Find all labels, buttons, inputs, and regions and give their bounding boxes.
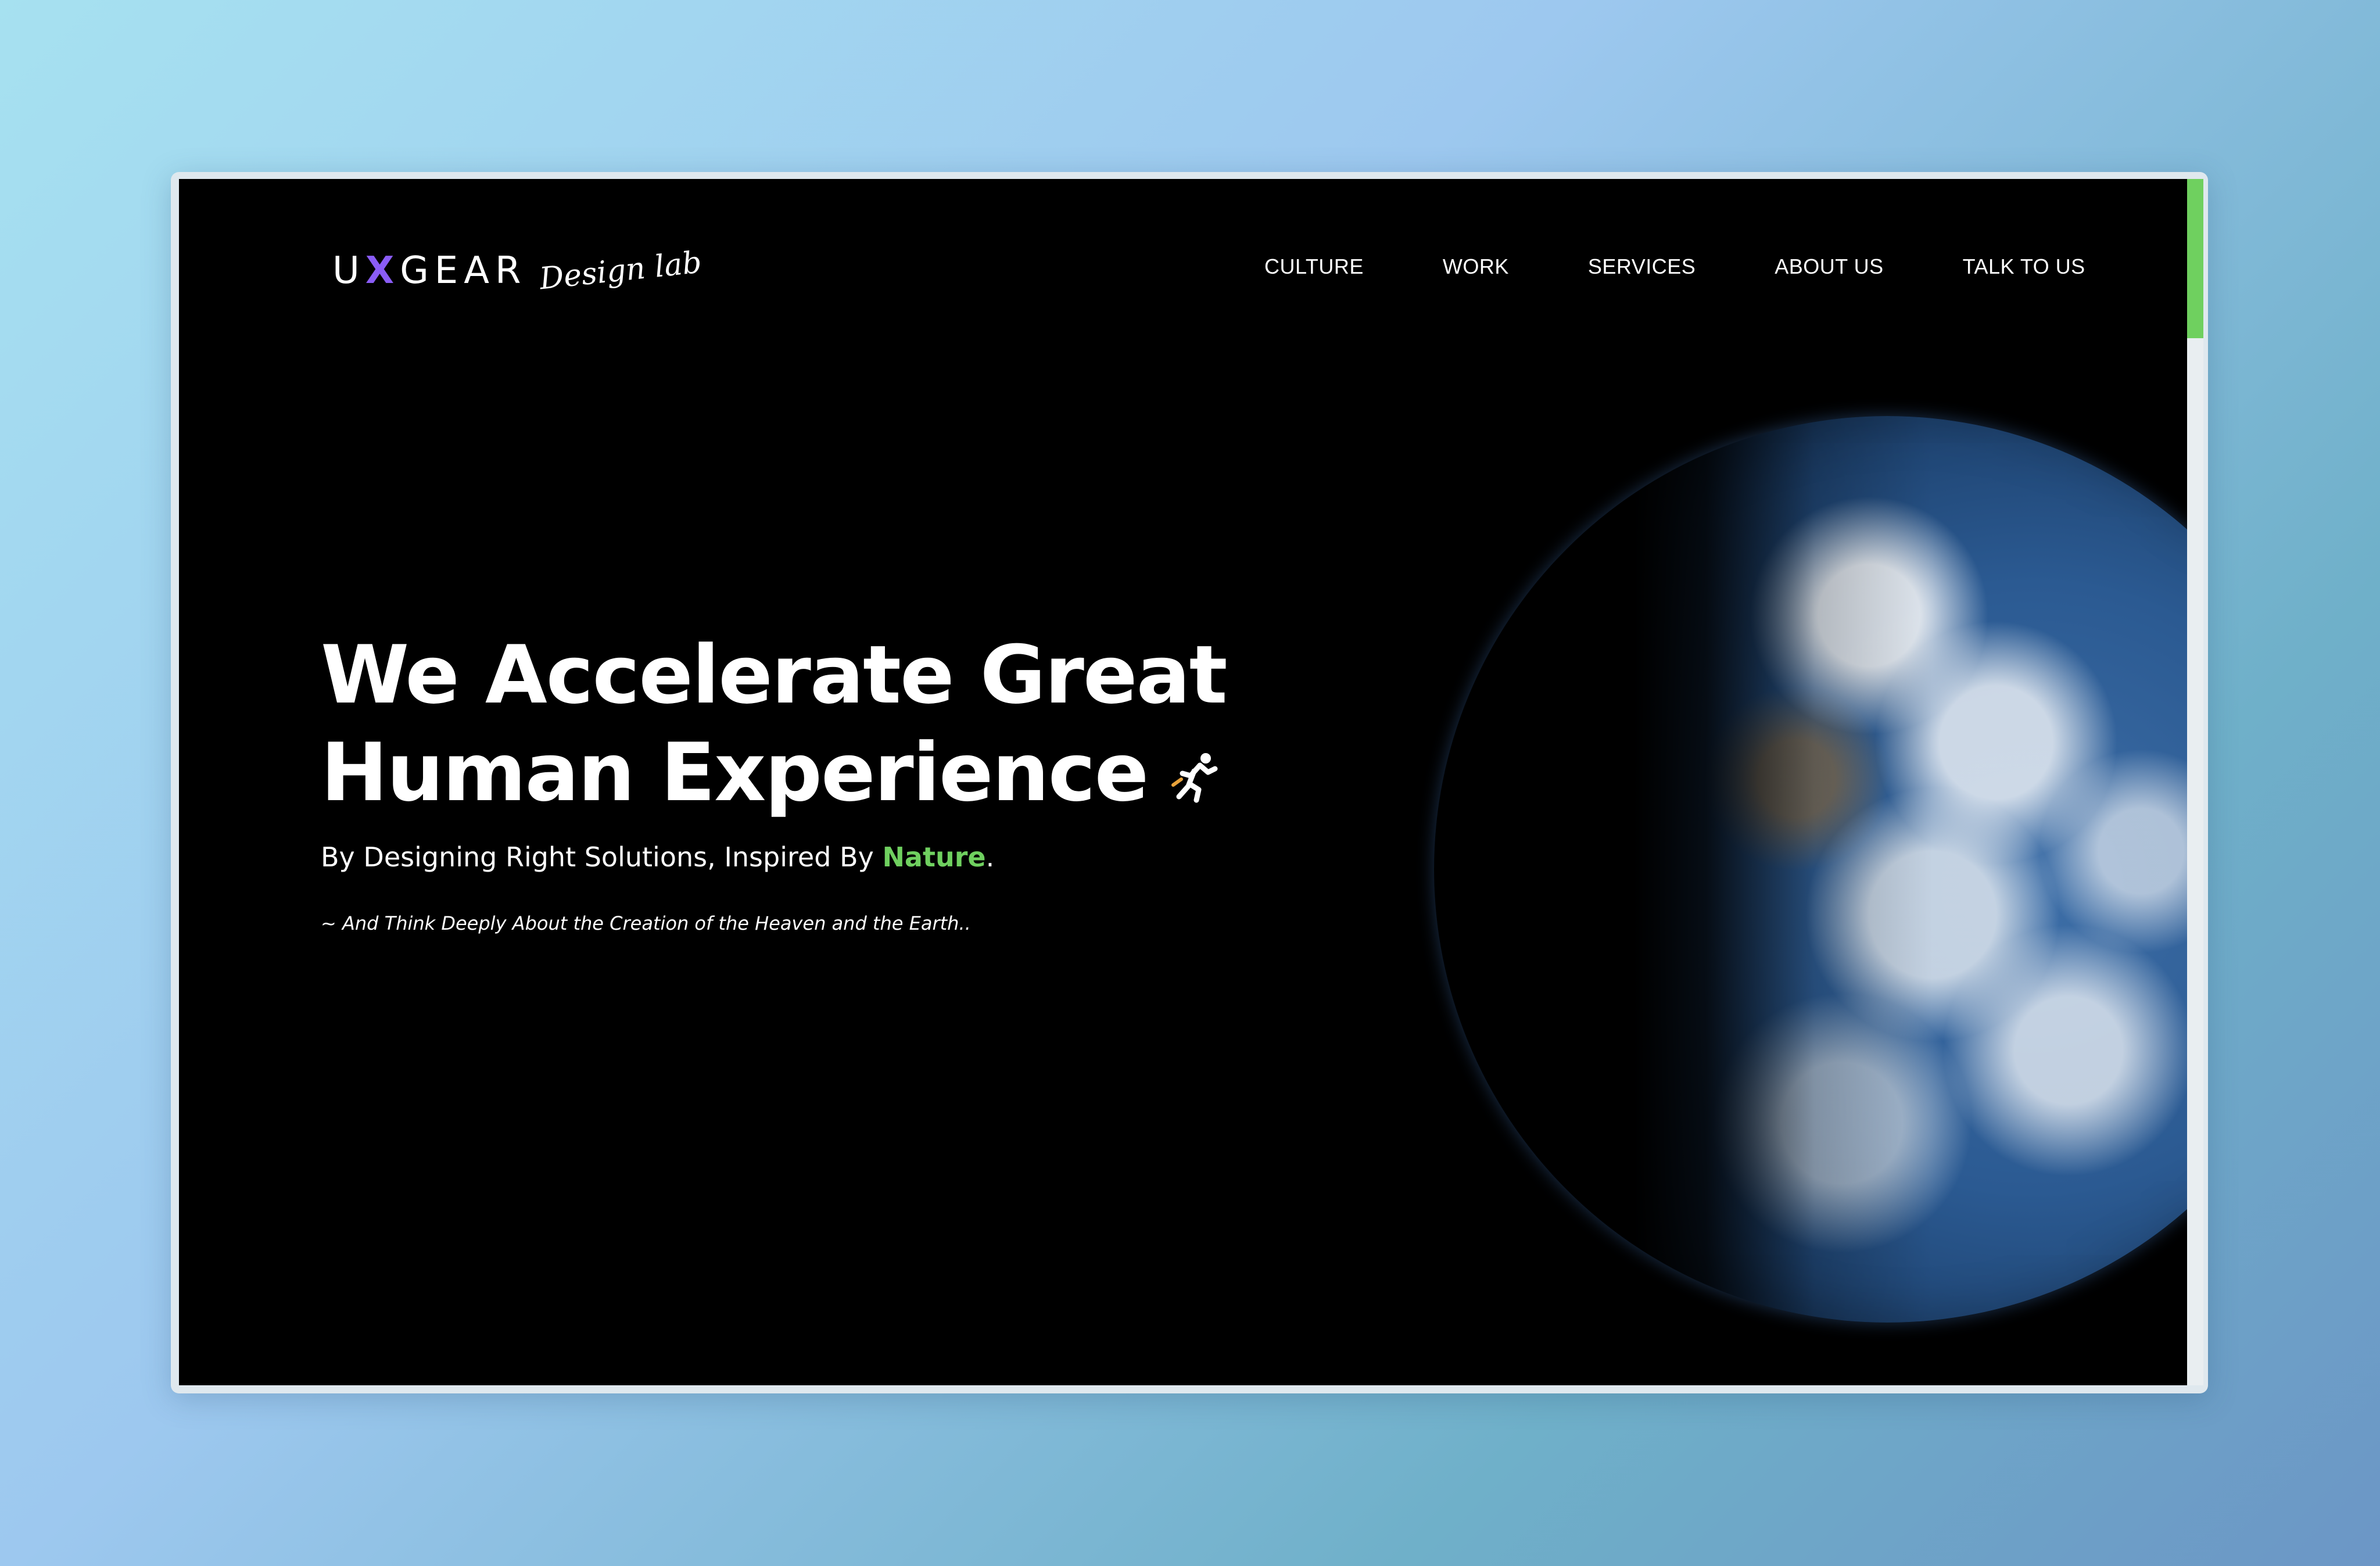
earth-shadow <box>1434 416 2187 1323</box>
logo-x: X <box>365 249 400 292</box>
page-viewport: UXGEAR Design lab CULTURE WORK SERVICES … <box>179 179 2187 1385</box>
nav-services[interactable]: SERVICES <box>1588 255 1696 279</box>
logo[interactable]: UXGEAR Design lab <box>332 242 704 300</box>
hero-title-line2: Human Experience <box>321 726 1149 819</box>
browser-window: UXGEAR Design lab CULTURE WORK SERVICES … <box>171 172 2208 1393</box>
nav-culture[interactable]: CULTURE <box>1264 255 1364 279</box>
nav-talk-to-us[interactable]: TALK TO US <box>1963 255 2085 279</box>
hero-subtitle: By Designing Right Solutions, Inspired B… <box>321 841 995 873</box>
nature-highlight: Nature <box>882 841 986 873</box>
logo-wordmark: UXGEAR <box>332 249 527 292</box>
hero-quote: ~ And Think Deeply About the Creation of… <box>321 912 971 934</box>
scrollbar[interactable] <box>2187 179 2203 1385</box>
nav-about-us[interactable]: ABOUT US <box>1775 255 1883 279</box>
nav-work[interactable]: WORK <box>1443 255 1509 279</box>
hero-title: We Accelerate Great Human Experience <box>321 626 1309 822</box>
logo-script: Design lab <box>538 245 704 297</box>
runner-icon <box>1165 728 1223 803</box>
hero-title-line1: We Accelerate Great <box>321 628 1228 722</box>
scroll-thumb[interactable] <box>2187 179 2203 338</box>
main-nav: CULTURE WORK SERVICES ABOUT US TALK TO U… <box>1264 255 2085 279</box>
